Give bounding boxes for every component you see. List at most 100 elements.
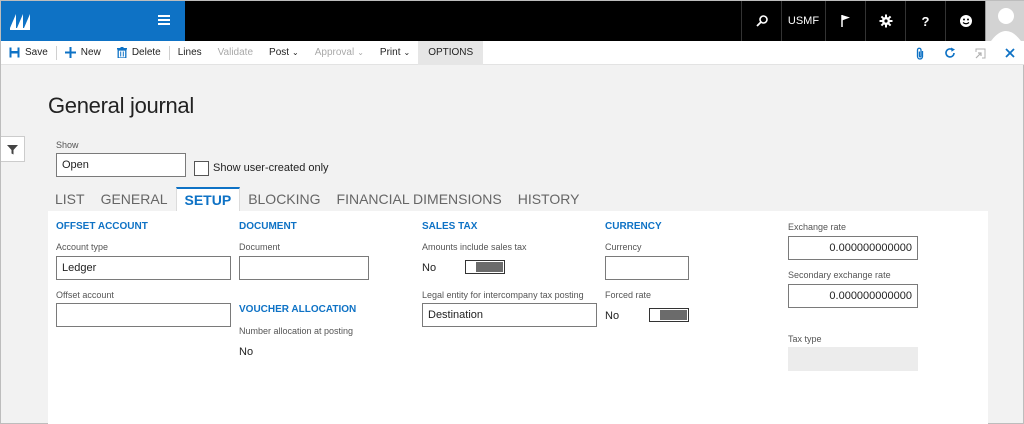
refresh-icon xyxy=(945,47,955,58)
secondary-exchange-rate-field[interactable] xyxy=(788,284,918,308)
new-label: New xyxy=(80,47,101,58)
forced-rate-value: No xyxy=(605,310,620,322)
show-user-created-checkbox[interactable] xyxy=(194,161,209,176)
exchange-rate-label: Exchange rate xyxy=(788,222,847,232)
gear-icon xyxy=(879,14,892,28)
legal-entity-field[interactable] xyxy=(422,303,597,327)
show-filter-field[interactable] xyxy=(56,153,186,177)
tab-general[interactable]: GENERAL xyxy=(93,187,176,211)
secondary-exchange-rate-label: Secondary exchange rate xyxy=(788,270,891,280)
chevron-down-icon: ⌄ xyxy=(403,48,411,57)
delete-button[interactable]: Delete xyxy=(109,41,169,65)
chevron-down-icon: ⌄ xyxy=(292,48,299,57)
show-label: Show xyxy=(56,140,79,150)
user-avatar[interactable] xyxy=(985,1,1024,41)
lines-label: Lines xyxy=(177,47,202,58)
validate-label: Validate xyxy=(217,47,254,58)
tab-blocking[interactable]: BLOCKING xyxy=(240,187,328,211)
show-user-created-label: Show user-created only xyxy=(213,162,329,174)
tab-list[interactable]: LIST xyxy=(48,187,93,211)
account-type-label: Account type xyxy=(56,242,109,252)
save-button[interactable]: Save xyxy=(1,41,56,65)
navbar-actions: USMF ? xyxy=(741,1,985,41)
currency-heading: CURRENCY xyxy=(605,221,662,232)
validate-button[interactable]: Validate xyxy=(210,41,261,65)
toggle-knob xyxy=(660,310,687,320)
amounts-include-tax-toggle[interactable] xyxy=(465,260,505,274)
delete-label: Delete xyxy=(131,47,161,58)
refresh-button[interactable] xyxy=(935,41,965,65)
company-picker[interactable]: USMF xyxy=(781,1,825,41)
voucher-allocation-heading: VOUCHER ALLOCATION xyxy=(239,304,357,315)
hamburger-icon xyxy=(158,14,170,25)
approval-menu-button[interactable]: Approval ⌄ xyxy=(307,41,372,65)
amounts-include-tax-label: Amounts include sales tax xyxy=(422,242,527,252)
page-title: General journal xyxy=(48,93,194,118)
tab-financial-dimensions[interactable]: FINANCIAL DIMENSIONS xyxy=(329,187,510,211)
trash-icon xyxy=(116,47,127,58)
filter-pane-button[interactable] xyxy=(1,136,25,162)
amounts-include-tax-value: No xyxy=(422,262,437,274)
search-icon xyxy=(755,15,768,27)
app-window: USMF ? Save New Delete Lines Validate Po… xyxy=(0,0,1024,424)
company-label: USMF xyxy=(787,15,820,27)
forced-rate-toggle[interactable] xyxy=(649,308,689,322)
print-menu-button[interactable]: Print ⌄ xyxy=(372,41,418,65)
smiley-icon xyxy=(959,15,972,27)
offset-account-heading: OFFSET ACCOUNT xyxy=(56,221,148,232)
feedback-button[interactable] xyxy=(825,1,865,41)
filter-icon xyxy=(7,144,18,154)
open-in-new-window-button[interactable] xyxy=(965,41,995,65)
paperclip-icon xyxy=(916,47,924,60)
save-icon xyxy=(9,47,20,58)
setup-panel: OFFSET ACCOUNT Account type Offset accou… xyxy=(48,211,988,424)
sales-tax-heading: SALES TAX xyxy=(422,221,478,232)
options-label: OPTIONS xyxy=(428,47,474,58)
attachments-button[interactable] xyxy=(905,41,935,65)
close-icon xyxy=(1005,48,1015,58)
toggle-knob xyxy=(476,262,503,272)
tax-type-label: Tax type xyxy=(788,334,822,344)
save-label: Save xyxy=(25,47,48,58)
popout-icon xyxy=(975,48,985,58)
tab-setup[interactable]: SETUP xyxy=(175,187,241,213)
help-button[interactable]: ? xyxy=(905,1,945,41)
print-label: Print xyxy=(379,47,401,58)
approval-label: Approval xyxy=(314,47,355,58)
offset-account-field[interactable] xyxy=(56,303,231,327)
logo-icon xyxy=(10,14,30,30)
document-heading: DOCUMENT xyxy=(239,221,297,232)
number-allocation-label: Number allocation at posting xyxy=(239,326,354,336)
exchange-rate-field[interactable] xyxy=(788,236,918,260)
tax-type-field xyxy=(788,347,918,371)
dynamics-logo[interactable] xyxy=(1,1,43,41)
navigation-menu-button[interactable] xyxy=(143,1,185,41)
action-pane: Save New Delete Lines Validate Post ⌄ Ap… xyxy=(1,40,1024,65)
close-button[interactable] xyxy=(995,41,1024,65)
legal-entity-label: Legal entity for intercompany tax postin… xyxy=(422,290,584,300)
document-label: Document xyxy=(239,242,281,252)
user-feedback-button[interactable] xyxy=(945,1,985,41)
navbar-brand-area xyxy=(43,1,143,41)
tab-history[interactable]: HISTORY xyxy=(510,187,588,211)
flag-icon xyxy=(840,15,850,27)
action-pane-right xyxy=(905,41,1024,65)
post-menu-button[interactable]: Post ⌄ xyxy=(261,41,307,65)
currency-field[interactable] xyxy=(605,256,689,280)
journal-tabs: LIST GENERAL SETUP BLOCKING FINANCIAL DI… xyxy=(48,187,588,213)
plus-icon xyxy=(64,47,76,58)
account-type-field[interactable] xyxy=(56,256,231,280)
user-avatar-icon xyxy=(986,1,1024,41)
forced-rate-label: Forced rate xyxy=(605,290,652,300)
chevron-down-icon: ⌄ xyxy=(357,48,364,57)
options-tab[interactable]: OPTIONS xyxy=(418,40,484,65)
help-icon: ? xyxy=(921,13,930,29)
document-field[interactable] xyxy=(239,256,369,280)
offset-account-label: Offset account xyxy=(56,290,114,300)
lines-button[interactable]: Lines xyxy=(170,41,210,65)
settings-button[interactable] xyxy=(865,1,905,41)
post-label: Post xyxy=(269,47,290,58)
search-button[interactable] xyxy=(741,1,781,41)
top-navbar: USMF ? xyxy=(1,1,1024,41)
new-button[interactable]: New xyxy=(57,41,109,65)
